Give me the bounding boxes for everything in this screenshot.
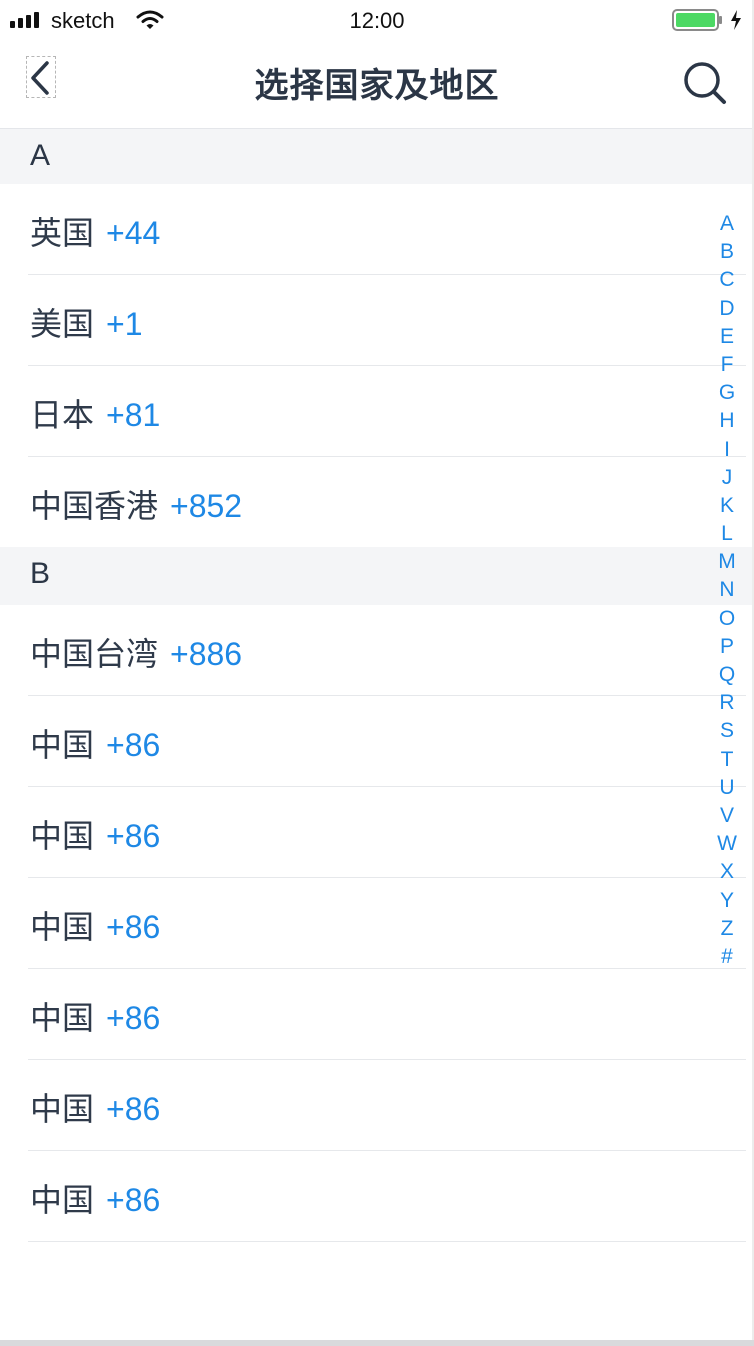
- battery-icon: [672, 9, 722, 31]
- dial-code: +86: [106, 1091, 161, 1127]
- country-row[interactable]: 中国 +86: [28, 1151, 746, 1242]
- alphabet-index[interactable]: A B C D E F G H I J K L M N O P Q R S T …: [712, 210, 742, 971]
- index-letter-u[interactable]: U: [712, 774, 742, 802]
- country-name: 中国: [30, 726, 95, 764]
- screen-bottom-edge: [0, 1340, 754, 1346]
- dial-code: +86: [106, 727, 161, 763]
- index-letter-a[interactable]: A: [712, 210, 742, 238]
- index-letter-e[interactable]: E: [712, 323, 742, 351]
- status-time: 12:00: [349, 8, 405, 33]
- index-letter-l[interactable]: L: [712, 520, 742, 548]
- section-letter: B: [30, 557, 51, 590]
- country-name: 英国: [30, 214, 95, 252]
- dial-code: +86: [106, 1182, 161, 1218]
- index-letter-y[interactable]: Y: [712, 887, 742, 915]
- index-letter-m[interactable]: M: [712, 548, 742, 576]
- country-name: 日本: [30, 396, 95, 434]
- index-letter-v[interactable]: V: [712, 802, 742, 830]
- dial-code: +81: [106, 397, 161, 433]
- country-list: A 英国 +44 美国 +1 日本 +81 中国香港 +852 B 中国台湾 +886 中…: [0, 129, 754, 1242]
- index-letter-q[interactable]: Q: [712, 661, 742, 689]
- country-row[interactable]: 中国 +86: [28, 787, 746, 878]
- navigation-bar: 选择国家及地区: [0, 44, 754, 129]
- dial-code: +44: [106, 215, 161, 251]
- index-letter-w[interactable]: W: [712, 830, 742, 858]
- index-letter-s[interactable]: S: [712, 717, 742, 745]
- country-row[interactable]: 英国 +44: [28, 184, 746, 275]
- index-letter-p[interactable]: P: [712, 633, 742, 661]
- country-row[interactable]: 中国 +86: [28, 878, 746, 969]
- index-letter-z[interactable]: Z: [712, 915, 742, 943]
- country-name: 美国: [30, 305, 95, 343]
- country-name: 中国: [30, 817, 95, 855]
- status-bar: sketch 12:00: [0, 0, 754, 44]
- country-row[interactable]: 中国香港 +852: [28, 457, 746, 547]
- index-letter-h[interactable]: H: [712, 407, 742, 435]
- country-name: 中国: [30, 908, 95, 946]
- index-letter-hash[interactable]: #: [712, 943, 742, 971]
- index-letter-g[interactable]: G: [712, 379, 742, 407]
- index-letter-i[interactable]: I: [712, 436, 742, 464]
- index-letter-d[interactable]: D: [712, 295, 742, 323]
- index-letter-r[interactable]: R: [712, 689, 742, 717]
- index-letter-c[interactable]: C: [712, 266, 742, 294]
- country-row[interactable]: 美国 +1: [28, 275, 746, 366]
- index-letter-o[interactable]: O: [712, 605, 742, 633]
- dial-code: +886: [170, 636, 243, 672]
- dial-code: +86: [106, 909, 161, 945]
- page-title: 选择国家及地区: [254, 66, 500, 106]
- section-header-a: A: [0, 129, 754, 184]
- country-name: 中国: [30, 1090, 95, 1128]
- index-letter-j[interactable]: J: [712, 464, 742, 492]
- index-letter-t[interactable]: T: [712, 746, 742, 774]
- index-letter-k[interactable]: K: [712, 492, 742, 520]
- index-letter-b[interactable]: B: [712, 238, 742, 266]
- dial-code: +86: [106, 1000, 161, 1036]
- dial-code: +1: [106, 306, 143, 342]
- country-name: 中国: [30, 999, 95, 1037]
- section-header-b: B: [0, 547, 754, 605]
- country-row[interactable]: 中国 +86: [28, 969, 746, 1060]
- index-letter-f[interactable]: F: [712, 351, 742, 379]
- country-row[interactable]: 日本 +81: [28, 366, 746, 457]
- country-name: 中国: [30, 1181, 95, 1219]
- index-letter-x[interactable]: X: [712, 858, 742, 886]
- country-row[interactable]: 中国台湾 +886: [28, 605, 746, 696]
- country-row[interactable]: 中国 +86: [28, 1060, 746, 1151]
- section-letter: A: [30, 139, 51, 172]
- dial-code: +852: [170, 488, 243, 524]
- country-name: 中国香港: [30, 487, 159, 525]
- search-button[interactable]: [680, 58, 728, 106]
- country-name: 中国台湾: [30, 635, 159, 673]
- index-letter-n[interactable]: N: [712, 576, 742, 604]
- country-row[interactable]: 中国 +86: [28, 696, 746, 787]
- dial-code: +86: [106, 818, 161, 854]
- charging-icon: [731, 10, 741, 30]
